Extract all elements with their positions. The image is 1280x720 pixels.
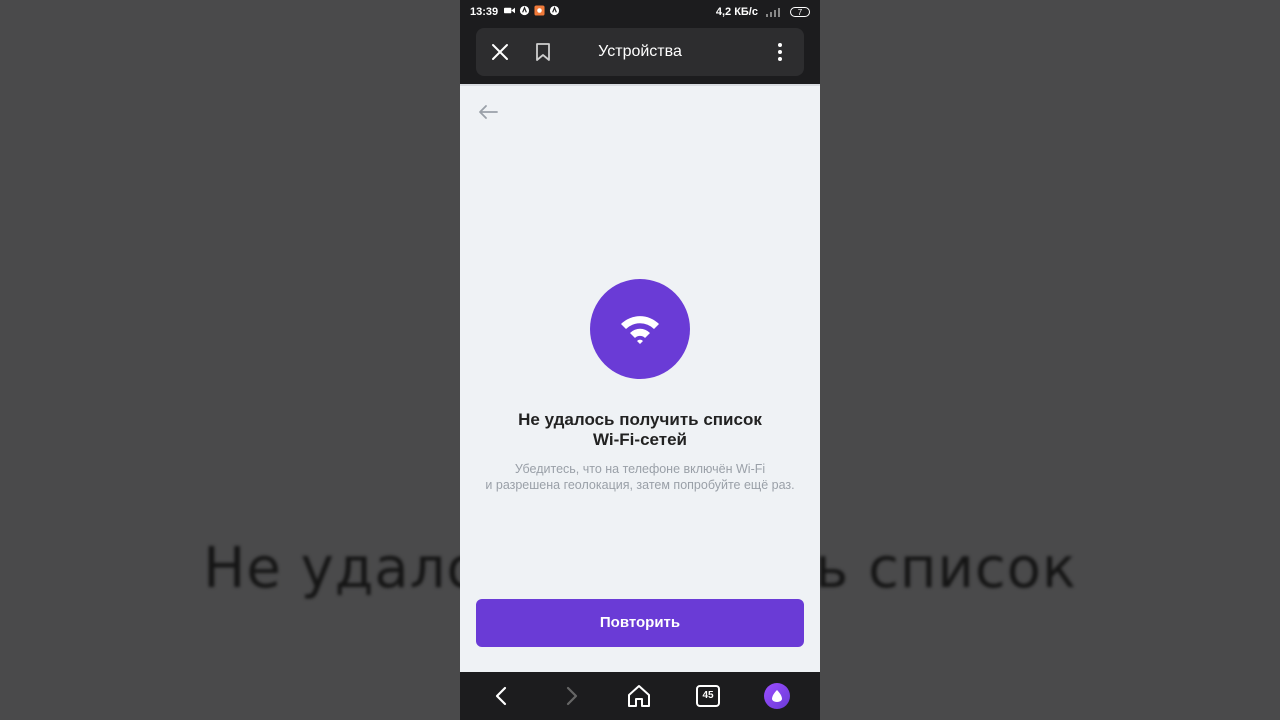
tabs-icon: 45	[696, 685, 720, 707]
error-description-line1: Убедитесь, что на телефоне включён Wi-Fi	[514, 462, 766, 476]
retry-button[interactable]: Повторить	[476, 599, 804, 647]
nav-forward-icon	[566, 686, 578, 706]
nav-tabs-button[interactable]: 45	[695, 683, 721, 709]
error-title: Не удалось получить список Wi-Fi-сетей	[460, 410, 820, 450]
nav-forward-button[interactable]	[558, 683, 584, 709]
battery-indicator: 7	[790, 7, 810, 17]
alice-icon	[764, 683, 790, 709]
wifi-icon	[621, 316, 659, 344]
network-speed: 4,2 КБ/с	[715, 6, 758, 18]
nav-back-icon	[495, 686, 507, 706]
video-icon	[504, 7, 515, 14]
page-title: Устройства	[598, 43, 682, 60]
nav-home-button[interactable]	[626, 683, 652, 709]
bottom-navigation: 45	[460, 672, 820, 720]
photo-notification-icon	[534, 5, 545, 16]
phone-screen: 13:39 4,2 КБ/с 7 Устройства Не удалось п…	[460, 0, 820, 720]
status-time: 13:39	[470, 6, 499, 18]
notification-icons	[504, 5, 560, 16]
app-notification-icon-2	[549, 5, 560, 16]
app-notification-icon	[519, 5, 530, 16]
error-description: Убедитесь, что на телефоне включён Wi-Fi…	[460, 461, 820, 493]
error-title-line1: Не удалось получить список	[518, 410, 762, 429]
back-arrow-icon[interactable]	[476, 100, 500, 124]
nav-alice-button[interactable]	[764, 683, 790, 709]
toolbar-panel: Устройства	[476, 28, 804, 76]
home-icon	[628, 685, 650, 707]
wifi-badge	[590, 279, 690, 379]
content-divider	[460, 84, 820, 86]
status-bar: 13:39 4,2 КБ/с 7	[460, 0, 820, 26]
more-vertical-icon[interactable]	[768, 40, 792, 64]
error-description-line2: и разрешена геолокация, затем попробуйте…	[485, 478, 795, 492]
nav-back-button[interactable]	[489, 683, 515, 709]
signal-icon	[766, 8, 780, 17]
browser-toolbar: Устройства	[460, 26, 820, 84]
error-title-line2: Wi-Fi-сетей	[593, 430, 687, 449]
